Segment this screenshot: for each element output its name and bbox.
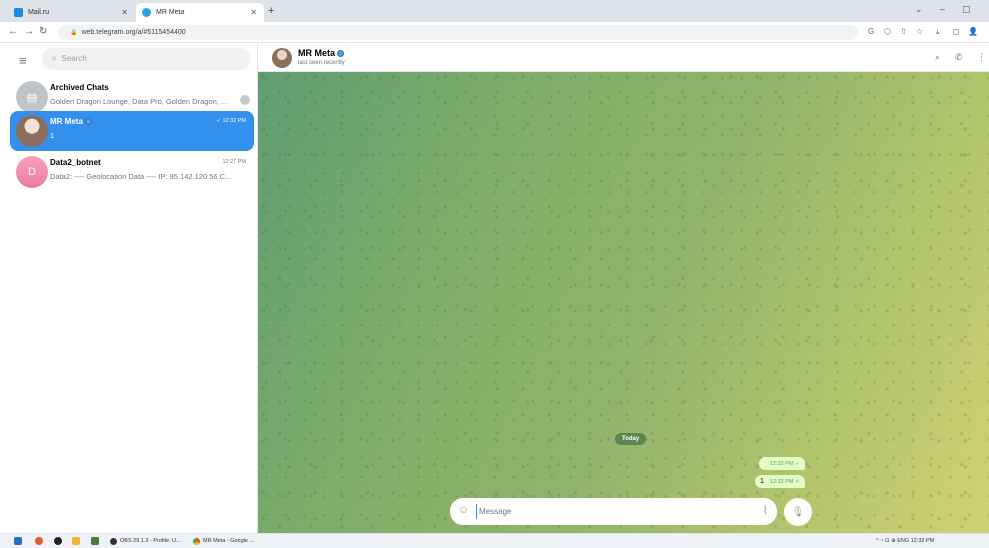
message-bubble[interactable]: 1 12:32 PM ✓ [755, 475, 805, 488]
app-icon[interactable] [91, 537, 99, 545]
telegram-favicon-icon [142, 8, 151, 17]
chat-name: Data2_botnet [50, 158, 101, 167]
search-input[interactable]: ⌕ Search [42, 48, 251, 70]
taskbar-label: MR Meta - Google ... [203, 538, 255, 544]
obs-icon[interactable] [54, 537, 62, 545]
message-text: 1 [760, 478, 764, 485]
chat-preview: Golden Dragon Lounge, Data Pro, Golden D… [50, 97, 228, 106]
browser-toolbar: ← → ↻ 🔒 web.telegram.org/a/#5115454400 G … [0, 22, 989, 43]
app-icon[interactable] [35, 537, 43, 545]
chat-background-pattern [258, 43, 989, 533]
taskbar-item-chrome[interactable]: MR Meta - Google ... [192, 535, 254, 548]
tab-search-icon[interactable]: ⌄ [915, 4, 923, 15]
message-input[interactable] [476, 504, 716, 519]
chat-name: Archived Chats [50, 83, 109, 92]
avatar: D [16, 156, 48, 188]
chat-name-text: MR Meta [50, 117, 83, 126]
chat-list-panel: ≡ ⌕ Search ▤ Archived Chats Golden Dragon… [0, 43, 258, 533]
premium-emoji-icon [84, 118, 92, 125]
chat-preview: 1 [50, 131, 55, 140]
more-options-icon[interactable]: ⋮ [977, 52, 986, 63]
google-extension-icon[interactable]: G [868, 27, 874, 36]
chat-view: MR Meta last seen recently ⌕ ✆ ⋮ Today 1… [258, 43, 989, 533]
chat-status: last seen recently [298, 60, 345, 66]
attach-icon[interactable]: ⌇ [763, 504, 768, 517]
lock-icon: 🔒 [70, 30, 78, 36]
download-icon[interactable]: ⤓ [936, 27, 940, 37]
tab-label: MR Meta [156, 9, 185, 16]
maximize-button[interactable]: ▢ [962, 4, 971, 15]
obs-icon [110, 538, 117, 545]
hamburger-menu-icon[interactable]: ≡ [19, 53, 27, 68]
avatar [16, 115, 48, 147]
folder-icon[interactable] [72, 537, 80, 545]
share-icon[interactable]: ⇧ [900, 27, 907, 36]
profile-icon[interactable]: 👤 [968, 27, 978, 36]
start-icon[interactable] [14, 537, 22, 545]
search-icon[interactable]: ⌕ [935, 52, 940, 63]
chat-header[interactable]: MR Meta last seen recently ⌕ ✆ ⋮ [258, 43, 989, 72]
unread-badge [240, 95, 250, 105]
avatar[interactable] [272, 48, 292, 68]
browser-tab-telegram[interactable]: MR Meta ✕ [136, 3, 264, 22]
chat-name: MR Meta [50, 117, 92, 126]
archive-icon: ▤ [16, 81, 48, 113]
chat-item-mr-meta[interactable]: MR Meta 1 ✓ 12:32 PM [10, 111, 254, 151]
mailru-favicon-icon [14, 8, 23, 17]
premium-emoji-icon [337, 50, 345, 57]
back-arrow-icon[interactable]: ← [8, 26, 18, 37]
chat-title: MR Meta [298, 48, 345, 58]
reload-icon[interactable]: ↻ [39, 26, 47, 37]
browser-tabstrip: Mail.ru ✕ MR Meta ✕ + ⌄ – ▢ [0, 0, 989, 22]
close-icon[interactable]: ✕ [121, 8, 128, 17]
taskbar-item-obs[interactable]: OBS 29.1.3 - Profile: U... [109, 535, 181, 548]
search-icon: ⌕ [52, 54, 57, 63]
taskbar-label: OBS 29.1.3 - Profile: U... [120, 538, 181, 544]
chat-preview: Data2: ---- Geolocation Data ---- IP: 95… [50, 172, 232, 181]
message-composer: ☺ ⌇ [450, 498, 777, 525]
bookmark-star-icon[interactable]: ☆ [916, 27, 923, 36]
message-time: 12:32 PM ✓ [770, 461, 800, 467]
emoji-icon[interactable]: ☺ [458, 504, 469, 516]
system-tray[interactable]: ^ ◔ ⊡ ⊕ ENG 12:32 PM [876, 535, 934, 548]
address-bar[interactable]: 🔒 web.telegram.org/a/#5115454400 [58, 25, 858, 40]
date-separator: Today [615, 433, 647, 445]
microphone-button[interactable]: 🎙 [784, 498, 812, 526]
chat-item-data2-botnet[interactable]: D Data2_botnet Data2: ---- Geolocation D… [10, 152, 254, 192]
minimize-button[interactable]: – [940, 4, 945, 14]
sidepanel-icon[interactable]: ◻ [953, 27, 960, 36]
forward-arrow-icon[interactable]: → [24, 26, 34, 37]
browser-tab-mailru[interactable]: Mail.ru ✕ [8, 3, 135, 22]
tab-label: Mail.ru [28, 9, 50, 16]
url-text: web.telegram.org/a/#5115454400 [81, 29, 186, 36]
message-time: 12:32 PM ✓ [769, 479, 800, 485]
chat-time: ✓ 12:32 PM [216, 118, 246, 124]
message-bubble[interactable]: 12:32 PM ✓ [759, 457, 805, 470]
microphone-icon: 🎙 [791, 506, 805, 518]
chat-title-text: MR Meta [298, 48, 336, 58]
chrome-icon [193, 538, 200, 545]
chat-time: 12:27 PM [222, 159, 246, 165]
search-placeholder: Search [61, 54, 87, 63]
windows-taskbar: OBS 29.1.3 - Profile: U... MR Meta - Goo… [0, 533, 989, 548]
new-tab-button[interactable]: + [268, 5, 274, 17]
extension-icon[interactable]: ⬡ [884, 27, 891, 36]
phone-icon[interactable]: ✆ [955, 52, 963, 63]
close-icon[interactable]: ✕ [250, 8, 257, 17]
